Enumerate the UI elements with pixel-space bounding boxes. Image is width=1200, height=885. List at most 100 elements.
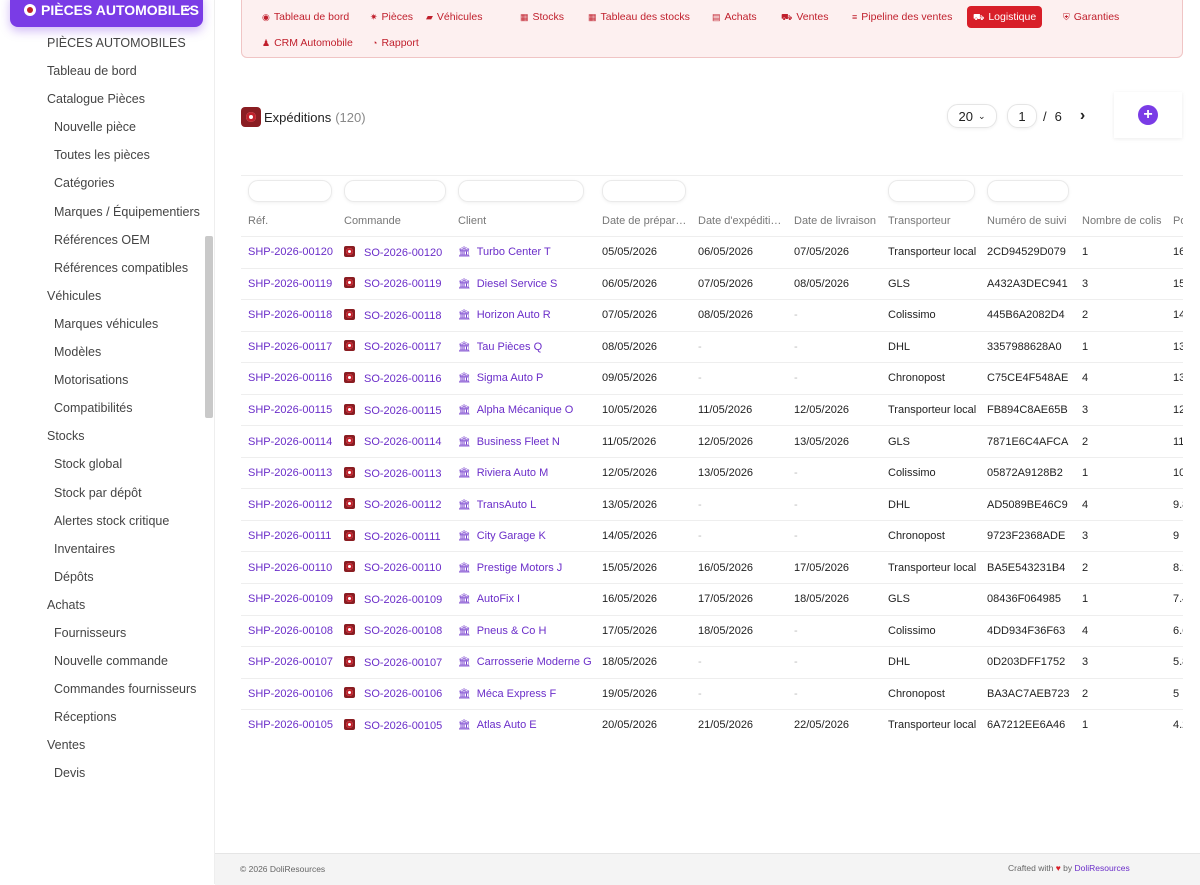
filter-carrier-input[interactable]: [888, 180, 975, 202]
sidebar-scrollbar[interactable]: [205, 236, 213, 418]
cell-order[interactable]: SO-2026-00111: [337, 519, 451, 552]
table-row[interactable]: SHP-2026-00105 SO-2026-00105 🏛 Atlas Auto E…: [241, 709, 1183, 736]
cell-client[interactable]: 🏛 Prestige Motors J: [451, 551, 595, 584]
table-row[interactable]: SHP-2026-00120 SO-2026-00120 🏛 Turbo Center…: [241, 236, 1183, 269]
cell-client[interactable]: 🏛 Business Fleet N: [451, 425, 595, 458]
sidebar-item[interactable]: Inventaires: [0, 535, 205, 563]
cell-order[interactable]: SO-2026-00116: [337, 362, 451, 395]
table-row[interactable]: SHP-2026-00108 SO-2026-00108 🏛 Pneus & Co H…: [241, 614, 1183, 647]
footer-brand-link[interactable]: DoliResources: [1075, 863, 1130, 873]
cell-ref[interactable]: SHP-2026-00117: [241, 330, 337, 363]
cell-ref[interactable]: SHP-2026-00110: [241, 551, 337, 584]
tab-stocks[interactable]: ▦ Stocks: [514, 6, 570, 28]
page-number-input[interactable]: 1: [1007, 104, 1037, 128]
add-shipment-button[interactable]: +: [1114, 92, 1182, 138]
cell-order[interactable]: SO-2026-00109: [337, 583, 451, 616]
table-row[interactable]: SHP-2026-00110 SO-2026-00110 🏛 Prestige Mot…: [241, 551, 1183, 584]
cell-order[interactable]: SO-2026-00107: [337, 646, 451, 679]
filter-ref-input[interactable]: [248, 180, 332, 202]
filter-order-input[interactable]: [344, 180, 446, 202]
filter-client-input[interactable]: [458, 180, 584, 202]
sidebar-item[interactable]: Tableau de bord: [0, 57, 205, 85]
tab-crm-automobile[interactable]: ♟ CRM Automobile: [256, 32, 359, 54]
cell-ref[interactable]: SHP-2026-00111: [241, 519, 337, 552]
sidebar-item[interactable]: Devis: [0, 759, 205, 787]
table-row[interactable]: SHP-2026-00118 SO-2026-00118 🏛 Horizon Auto…: [241, 299, 1183, 332]
table-row[interactable]: SHP-2026-00117 SO-2026-00117 🏛 Tau Pièces Q…: [241, 330, 1183, 363]
sidebar-item[interactable]: PIÈCES AUTOMOBILES: [0, 29, 205, 57]
column-header[interactable]: Numéro de suivi: [980, 206, 1075, 237]
sidebar-item[interactable]: Références compatibles: [0, 254, 205, 282]
table-row[interactable]: SHP-2026-00116 SO-2026-00116 🏛 Sigma Auto P…: [241, 362, 1183, 395]
sidebar-item[interactable]: Dépôts: [0, 563, 205, 591]
cell-ref[interactable]: SHP-2026-00116: [241, 362, 337, 395]
cell-order[interactable]: SO-2026-00117: [337, 330, 451, 363]
tab-tableau-de-bord[interactable]: ◉ Tableau de bord: [256, 6, 355, 28]
sidebar-item[interactable]: Réceptions: [0, 703, 205, 731]
sidebar-item[interactable]: Stock global: [0, 450, 205, 478]
table-row[interactable]: SHP-2026-00107 SO-2026-00107 🏛 Carrosserie …: [241, 646, 1183, 679]
sidebar-item[interactable]: Nouvelle commande: [0, 647, 205, 675]
cell-ref[interactable]: SHP-2026-00114: [241, 425, 337, 458]
column-header[interactable]: Date d'expéditi…: [691, 206, 787, 237]
cell-client[interactable]: 🏛 Sigma Auto P: [451, 362, 595, 395]
sidebar-item[interactable]: Compatibilités: [0, 394, 205, 422]
table-row[interactable]: SHP-2026-00119 SO-2026-00119 🏛 Diesel Servi…: [241, 267, 1183, 300]
cell-order[interactable]: SO-2026-00105: [337, 709, 451, 736]
cell-order[interactable]: SO-2026-00114: [337, 425, 451, 458]
cell-order[interactable]: SO-2026-00115: [337, 393, 451, 426]
cell-order[interactable]: SO-2026-00110: [337, 551, 451, 584]
cell-order[interactable]: SO-2026-00106: [337, 677, 451, 710]
column-header[interactable]: Réf.: [241, 206, 337, 237]
cell-ref[interactable]: SHP-2026-00120: [241, 236, 337, 269]
tab-véhicules[interactable]: ▰ Véhicules: [420, 6, 488, 28]
cell-client[interactable]: 🏛 City Garage K: [451, 519, 595, 552]
cell-order[interactable]: SO-2026-00118: [337, 299, 451, 332]
cell-client[interactable]: 🏛 Riviera Auto M: [451, 456, 595, 489]
table-row[interactable]: SHP-2026-00111 SO-2026-00111 🏛 City Garage …: [241, 519, 1183, 552]
tab-garanties[interactable]: ⛨ Garanties: [1057, 6, 1125, 28]
filter-prep-date-input[interactable]: [602, 180, 686, 202]
sidebar-item[interactable]: Motorisations: [0, 366, 205, 394]
table-row[interactable]: SHP-2026-00109 SO-2026-00109 🏛 AutoFix I 16/…: [241, 583, 1183, 616]
per-page-select[interactable]: 20 ⌄: [947, 104, 997, 128]
module-selector-button[interactable]: PIÈCES AUTOMOBILES ⌄: [10, 0, 203, 27]
cell-ref[interactable]: SHP-2026-00115: [241, 393, 337, 426]
sidebar-item[interactable]: Modèles: [0, 338, 205, 366]
tab-tableau-des-stocks[interactable]: ▦ Tableau des stocks: [582, 6, 696, 28]
tab-ventes[interactable]: ⛟ Ventes: [775, 6, 834, 28]
cell-order[interactable]: SO-2026-00108: [337, 614, 451, 647]
tab-pipeline-des-ventes[interactable]: ≡ Pipeline des ventes: [846, 6, 958, 28]
column-header[interactable]: Date de livraison: [787, 206, 881, 237]
cell-client[interactable]: 🏛 Pneus & Co H: [451, 614, 595, 647]
sidebar-item[interactable]: Stocks: [0, 422, 205, 450]
sidebar-item[interactable]: Références OEM: [0, 226, 205, 254]
sidebar-item[interactable]: Achats: [0, 591, 205, 619]
sidebar-item[interactable]: Marques / Équipementiers: [0, 198, 205, 226]
column-header[interactable]: Nombre de colis: [1075, 206, 1166, 237]
cell-client[interactable]: 🏛 AutoFix I: [451, 583, 595, 616]
cell-ref[interactable]: SHP-2026-00109: [241, 583, 337, 616]
column-header[interactable]: Client: [451, 206, 595, 237]
sidebar-item[interactable]: Fournisseurs: [0, 619, 205, 647]
sidebar-item[interactable]: Marques véhicules: [0, 310, 205, 338]
cell-ref[interactable]: SHP-2026-00107: [241, 646, 337, 679]
tab-rapport[interactable]: ◔ Rapport: [366, 32, 425, 54]
filter-tracking-input[interactable]: [987, 180, 1069, 202]
tab-achats[interactable]: ▤ Achats: [706, 6, 763, 28]
table-row[interactable]: SHP-2026-00106 SO-2026-00106 🏛 Méca Express…: [241, 677, 1183, 710]
column-header[interactable]: Date de prépar…: [595, 206, 691, 237]
next-page-icon[interactable]: ›: [1080, 107, 1085, 125]
cell-ref[interactable]: SHP-2026-00108: [241, 614, 337, 647]
sidebar-item[interactable]: Alertes stock critique: [0, 507, 205, 535]
cell-client[interactable]: 🏛 Diesel Service S: [451, 267, 595, 300]
sidebar-item[interactable]: Catégories: [0, 169, 205, 197]
cell-client[interactable]: 🏛 TransAuto L: [451, 488, 595, 521]
cell-client[interactable]: 🏛 Atlas Auto E: [451, 709, 595, 736]
cell-client[interactable]: 🏛 Carrosserie Moderne G: [451, 646, 595, 679]
sidebar-item[interactable]: Toutes les pièces: [0, 141, 205, 169]
cell-order[interactable]: SO-2026-00119: [337, 267, 451, 300]
cell-ref[interactable]: SHP-2026-00112: [241, 488, 337, 521]
cell-ref[interactable]: SHP-2026-00113: [241, 456, 337, 489]
cell-ref[interactable]: SHP-2026-00106: [241, 677, 337, 710]
